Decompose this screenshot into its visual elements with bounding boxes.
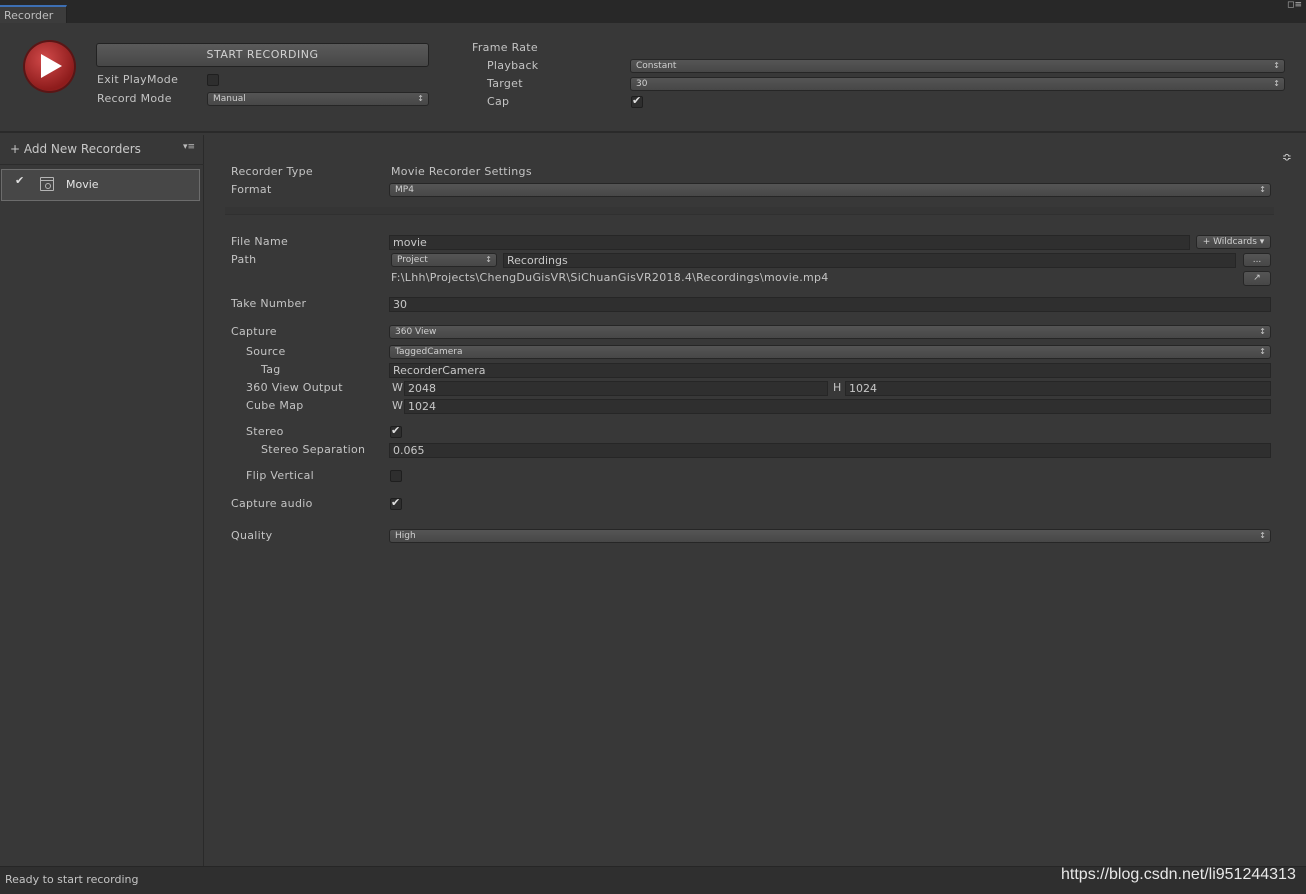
- sidebar-divider: [0, 164, 204, 165]
- movie-enabled-checkbox[interactable]: [15, 174, 27, 189]
- playback-dropdown[interactable]: Constant ↕: [630, 59, 1285, 73]
- cube-map-width-input[interactable]: 1024: [404, 399, 1271, 414]
- stereo-separation-input[interactable]: 0.065: [389, 443, 1271, 458]
- dropdown-arrow-icon: ↕: [1259, 185, 1266, 194]
- capture-audio-label: Capture audio: [231, 497, 313, 510]
- target-dropdown[interactable]: 30 ↕: [630, 77, 1285, 91]
- recorder-type-value: Movie Recorder Settings: [391, 165, 532, 178]
- flip-vertical-checkbox[interactable]: [390, 470, 402, 482]
- recorders-sidebar: [0, 135, 204, 866]
- capture-dropdown[interactable]: 360 View ↕: [389, 325, 1271, 339]
- open-folder-icon[interactable]: ↗: [1243, 271, 1271, 286]
- dropdown-arrow-icon: ↕: [1259, 347, 1266, 356]
- playback-label: Playback: [487, 59, 539, 72]
- sidebar-item-label: Movie: [66, 178, 99, 191]
- target-value: 30: [636, 79, 648, 89]
- view-output-h-label: H: [833, 381, 842, 394]
- take-number-input[interactable]: 30: [389, 297, 1271, 312]
- recorder-type-label: Recorder Type: [231, 165, 313, 178]
- cube-map-w-label: W: [392, 399, 404, 412]
- take-number-label: Take Number: [231, 297, 307, 310]
- sidebar-item-movie[interactable]: [1, 169, 200, 201]
- exit-playmode-label: Exit PlayMode: [97, 73, 179, 86]
- dropdown-arrow-icon: ↕: [485, 255, 492, 264]
- tag-input[interactable]: RecorderCamera: [389, 363, 1271, 378]
- quality-value: High: [395, 531, 416, 541]
- dropdown-arrow-icon: ↕: [1259, 327, 1266, 336]
- file-name-input[interactable]: movie: [389, 235, 1190, 250]
- cap-checkbox[interactable]: [631, 94, 643, 108]
- add-new-recorders-button[interactable]: + Add New Recorders: [10, 142, 141, 156]
- sidebar-menu-icon[interactable]: ▾≡: [183, 142, 195, 152]
- window-menu-icon[interactable]: ◻≡: [1287, 1, 1302, 10]
- record-mode-value: Manual: [213, 94, 246, 104]
- view-output-w-label: W: [392, 381, 404, 394]
- format-dropdown[interactable]: MP4 ↕: [389, 183, 1271, 197]
- exit-playmode-checkbox[interactable]: [207, 74, 219, 86]
- section-separator: [225, 207, 1274, 215]
- record-mode-dropdown[interactable]: Manual ↕: [207, 92, 429, 106]
- dropdown-arrow-icon: ↕: [417, 94, 424, 103]
- path-label: Path: [231, 253, 257, 266]
- start-recording-button[interactable]: START RECORDING: [96, 43, 429, 67]
- browse-path-button[interactable]: ...: [1243, 253, 1271, 267]
- dropdown-arrow-icon: ↕: [1273, 61, 1280, 70]
- view-output-label: 360 View Output: [246, 381, 343, 394]
- wildcards-button[interactable]: + Wildcards ▾: [1196, 235, 1271, 249]
- record-play-icon: [25, 42, 74, 91]
- path-input[interactable]: Recordings: [503, 253, 1236, 268]
- dropdown-arrow-icon: ↕: [1259, 531, 1266, 540]
- flip-vertical-label: Flip Vertical: [246, 469, 314, 482]
- path-root-dropdown[interactable]: Project ↕: [391, 253, 497, 267]
- cap-label: Cap: [487, 95, 510, 108]
- stereo-separation-label: Stereo Separation: [261, 443, 366, 456]
- preset-settings-icon[interactable]: ≎: [1282, 150, 1292, 164]
- source-value: TaggedCamera: [395, 347, 463, 357]
- frame-rate-label: Frame Rate: [472, 41, 538, 54]
- format-value: MP4: [395, 185, 414, 195]
- source-label: Source: [246, 345, 286, 358]
- tag-label: Tag: [261, 363, 281, 376]
- status-text: Ready to start recording: [5, 873, 139, 886]
- stereo-label: Stereo: [246, 425, 284, 438]
- capture-label: Capture: [231, 325, 277, 338]
- quality-dropdown[interactable]: High ↕: [389, 529, 1271, 543]
- path-root-value: Project: [397, 255, 428, 265]
- target-label: Target: [487, 77, 523, 90]
- tab-label: Recorder: [4, 9, 54, 22]
- format-label: Format: [231, 183, 272, 196]
- playback-value: Constant: [636, 61, 677, 71]
- capture-audio-checkbox[interactable]: [390, 496, 402, 510]
- movie-clapper-icon: [40, 177, 54, 191]
- view-output-width-input[interactable]: 2048: [404, 381, 828, 396]
- full-output-path: F:\Lhh\Projects\ChengDuGisVR\SiChuanGisV…: [391, 271, 829, 284]
- source-dropdown[interactable]: TaggedCamera ↕: [389, 345, 1271, 359]
- window-titlebar: [0, 0, 1306, 23]
- watermark-text: https://blog.csdn.net/li951244313: [1061, 866, 1296, 883]
- view-output-height-input[interactable]: 1024: [845, 381, 1271, 396]
- tab-recorder[interactable]: Recorder: [0, 5, 67, 23]
- cube-map-label: Cube Map: [246, 399, 304, 412]
- record-mode-label: Record Mode: [97, 92, 172, 105]
- quality-label: Quality: [231, 529, 273, 542]
- file-name-label: File Name: [231, 235, 289, 248]
- dropdown-arrow-icon: ↕: [1273, 79, 1280, 88]
- stereo-checkbox[interactable]: [390, 424, 402, 438]
- capture-value: 360 View: [395, 327, 437, 337]
